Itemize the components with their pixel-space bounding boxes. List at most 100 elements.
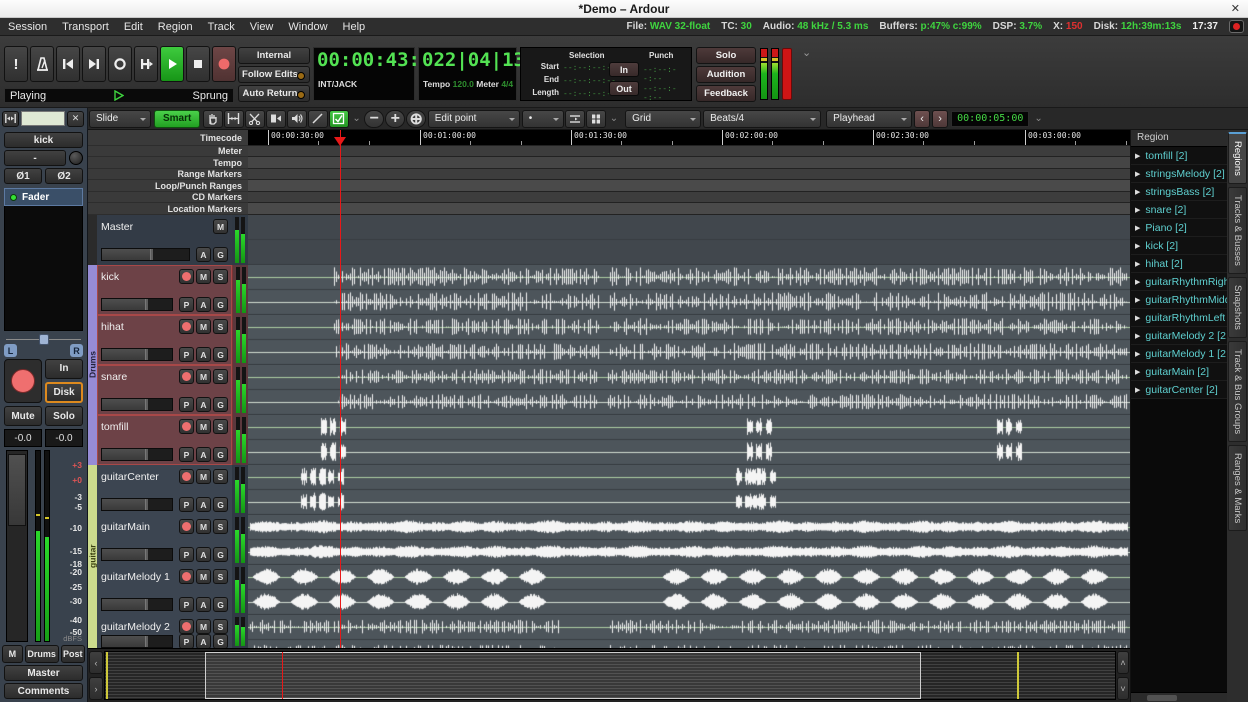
track-header[interactable]: guitarMainMSPAG — [97, 515, 232, 565]
track-automation-button[interactable]: A — [196, 247, 211, 262]
tab-tracks-busses[interactable]: Tracks & Busses — [1228, 187, 1247, 274]
strip-close-icon[interactable]: ✕ — [67, 111, 84, 127]
track-lane[interactable] — [248, 515, 1130, 565]
track-lane[interactable] — [248, 565, 1130, 615]
punch-out-button[interactable]: Out — [609, 81, 639, 96]
strip-track-name-button[interactable]: kick — [4, 132, 83, 148]
track-record-button[interactable] — [179, 369, 194, 384]
track-lane-canvas[interactable] — [248, 465, 1130, 515]
nudge-clock[interactable]: 00:00:05:00 — [951, 111, 1029, 127]
track-lane[interactable] — [248, 465, 1130, 515]
region-list-item[interactable]: ▶hihat [2] — [1131, 255, 1227, 273]
region-list-item[interactable]: ▶guitarCenter [2] — [1131, 381, 1227, 399]
track-header[interactable]: guitarCenterMSPAG — [97, 465, 232, 515]
expand-icon[interactable]: ▶ — [1135, 152, 1140, 160]
record-blinker-icon[interactable] — [1229, 20, 1244, 33]
expand-icon[interactable]: ▶ — [1135, 278, 1140, 286]
track-solo-button[interactable]: S — [213, 419, 228, 434]
track-fader[interactable] — [101, 398, 173, 411]
track-fader[interactable] — [101, 598, 173, 611]
gain-fader[interactable] — [2, 450, 32, 642]
snap-mode-icon[interactable] — [565, 110, 585, 128]
track-automation-button[interactable]: A — [196, 447, 211, 462]
track-fader[interactable] — [101, 298, 173, 311]
menu-transport[interactable]: Transport — [62, 21, 109, 33]
track-header[interactable]: MasterMAG — [97, 215, 232, 265]
grid-dropdown[interactable]: Grid — [625, 110, 701, 128]
zoom-in-icon[interactable]: + — [385, 110, 405, 128]
track-group-button[interactable]: G — [213, 547, 228, 562]
edit-point-dropdown[interactable]: Edit point — [428, 110, 520, 128]
tools-expander-icon[interactable]: ⌄ — [352, 113, 360, 124]
track-lane-canvas[interactable] — [248, 315, 1130, 365]
loop-button[interactable] — [108, 46, 132, 82]
processor-fader-entry[interactable]: Fader — [4, 188, 83, 206]
gain-display-left[interactable]: -0.0 — [4, 429, 42, 447]
zoom-focus-dropdown[interactable]: Playhead — [826, 110, 912, 128]
track-group-button[interactable]: G — [213, 447, 228, 462]
ruler-lane-location-markers[interactable] — [248, 203, 1130, 215]
solo-global-button[interactable]: Solo — [696, 47, 756, 64]
track-fader[interactable] — [101, 498, 173, 511]
menu-session[interactable]: Session — [8, 21, 47, 33]
track-mute-button[interactable]: M — [196, 319, 211, 334]
zoom-out-icon[interactable]: − — [364, 110, 384, 128]
track-playlist-button[interactable]: P — [179, 347, 194, 362]
tab-snapshots[interactable]: Snapshots — [1228, 277, 1247, 338]
trim-button[interactable]: - — [4, 150, 66, 166]
track-automation-button[interactable]: A — [196, 597, 211, 612]
expand-icon[interactable]: ▶ — [1135, 296, 1140, 304]
track-playlist-button[interactable]: P — [179, 297, 194, 312]
track-record-button[interactable] — [179, 619, 194, 634]
track-header[interactable]: guitarMelody 2MSPAG — [97, 615, 232, 648]
track-mute-button[interactable]: M — [196, 469, 211, 484]
track-solo-button[interactable]: S — [213, 619, 228, 634]
track-group-button[interactable]: G — [213, 297, 228, 312]
track-lane[interactable] — [248, 415, 1130, 465]
note-mode-icon[interactable] — [586, 110, 606, 128]
fader-handle[interactable] — [8, 454, 26, 526]
track-mute-button[interactable]: M — [196, 519, 211, 534]
track-automation-button[interactable]: A — [196, 634, 211, 648]
internal-button[interactable]: Internal — [238, 47, 310, 64]
playhead-marker-icon[interactable] — [334, 137, 346, 152]
grid-unit-dropdown[interactable]: Beats/4 — [703, 110, 821, 128]
track-name[interactable]: guitarCenter — [101, 471, 177, 483]
track-mute-button[interactable]: M — [196, 569, 211, 584]
cut-tool-icon[interactable] — [245, 110, 265, 128]
track-mute-button[interactable]: M — [196, 619, 211, 634]
draw-tool-icon[interactable] — [308, 110, 328, 128]
summary-overview[interactable] — [104, 651, 1116, 700]
shuttle-control[interactable]: Playing Sprung — [4, 88, 234, 103]
track-lane[interactable] — [248, 615, 1130, 648]
track-record-button[interactable] — [179, 269, 194, 284]
menu-region[interactable]: Region — [158, 21, 193, 33]
track-group-button[interactable]: G — [213, 597, 228, 612]
toolbar-expander-icon[interactable]: ⌄ — [1034, 113, 1042, 124]
expand-icon[interactable]: ▶ — [1135, 332, 1140, 340]
region-list-item[interactable]: ▶guitarRhythmRigh — [1131, 273, 1227, 291]
pan-handle[interactable] — [39, 334, 49, 345]
note-length-dropdown[interactable]: • — [522, 110, 564, 128]
track-header[interactable]: hihatMSPAG — [97, 315, 232, 365]
edit-mode-dropdown[interactable]: Slide — [89, 110, 151, 128]
region-list-item[interactable]: ▶guitarRhythmLeft — [1131, 309, 1227, 327]
nudge-forward-button[interactable]: › — [932, 110, 948, 128]
track-fader[interactable] — [101, 448, 173, 461]
region-list-item[interactable]: ▶stringsBass [2] — [1131, 183, 1227, 201]
expand-icon[interactable]: ▶ — [1135, 386, 1140, 394]
track-lane-canvas[interactable] — [248, 615, 1130, 648]
track-header[interactable]: guitarMelody 1MSPAG — [97, 565, 232, 615]
phase1-button[interactable]: Ø1 — [4, 168, 42, 184]
track-mute-button[interactable]: M — [196, 269, 211, 284]
region-list-item[interactable]: ▶guitarRhythmMidd — [1131, 291, 1227, 309]
play-range-button[interactable] — [134, 46, 158, 82]
track-lane-canvas[interactable] — [248, 265, 1130, 315]
ruler-lane-tempo[interactable] — [248, 157, 1130, 169]
track-header[interactable]: kickMSPAG — [97, 265, 232, 315]
region-list-item[interactable]: ▶tomfill [2] — [1131, 147, 1227, 165]
track-header[interactable]: snareMSPAG — [97, 365, 232, 415]
track-name[interactable]: snare — [101, 371, 177, 383]
processor-box[interactable] — [4, 206, 83, 331]
summary-scroll-down-button[interactable]: ˅ — [1117, 677, 1129, 700]
